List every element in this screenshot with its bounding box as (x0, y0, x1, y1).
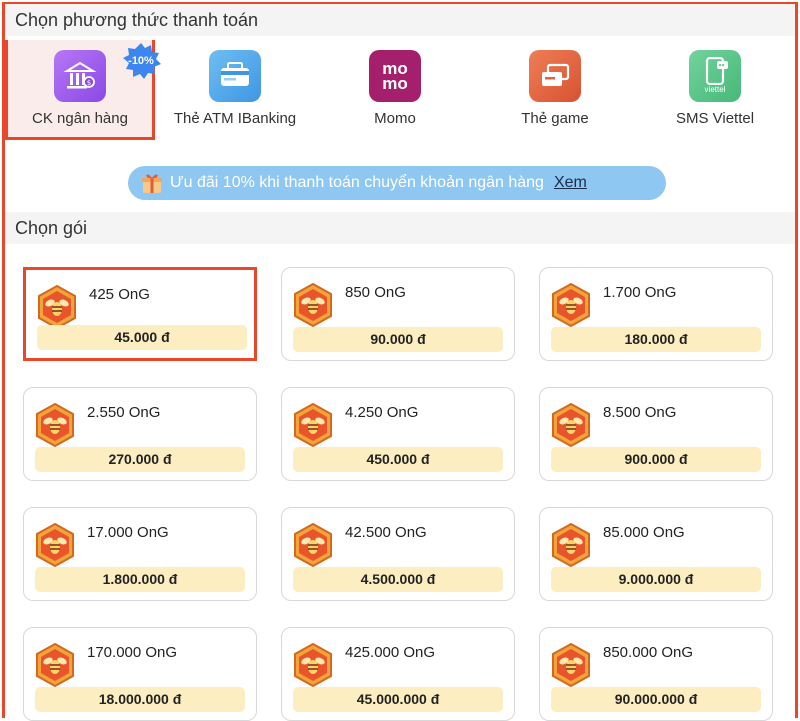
bee-coin-icon (36, 402, 74, 448)
method-bank-transfer[interactable]: $ CK ngân hàng -10% (5, 40, 161, 140)
package-price: 9.000.000 đ (551, 567, 761, 592)
viettel-sms-icon: viettel (689, 50, 741, 102)
payment-method-list: $ CK ngân hàng -10% Thẻ ATM IBanking mo … (5, 40, 795, 140)
package-card[interactable]: 42.500 OnG 4.500.000 đ (281, 507, 515, 601)
package-amount: 8.500 OnG (603, 404, 677, 421)
promo-banner: Ưu đãi 10% khi thanh toán chuyển khoản n… (128, 166, 666, 200)
promo-view-link[interactable]: Xem (554, 174, 587, 192)
package-price: 90.000 đ (293, 327, 503, 352)
package-amount: 425 OnG (89, 286, 150, 303)
package-amount: 4.250 OnG (345, 404, 419, 421)
package-card[interactable]: 2.550 OnG 270.000 đ (23, 387, 257, 481)
bank-icon: $ (54, 50, 106, 102)
package-card[interactable]: 850.000 OnG 90.000.000 đ (539, 627, 773, 721)
method-label: Thẻ ATM IBanking (173, 110, 297, 127)
package-amount: 42.500 OnG (345, 524, 427, 541)
method-sms-viettel[interactable]: viettel SMS Viettel (635, 40, 795, 140)
package-amount: 1.700 OnG (603, 284, 677, 301)
package-card[interactable]: 4.250 OnG 450.000 đ (281, 387, 515, 481)
bee-coin-icon (38, 284, 76, 330)
bee-coin-icon (36, 642, 74, 688)
package-price: 900.000 đ (551, 447, 761, 472)
package-price: 270.000 đ (35, 447, 245, 472)
bee-coin-icon (552, 522, 590, 568)
package-price: 45.000 đ (37, 325, 247, 350)
bee-coin-icon (294, 282, 332, 328)
package-amount: 425.000 OnG (345, 644, 436, 661)
package-amount: 17.000 OnG (87, 524, 169, 541)
method-game-card[interactable]: Thẻ game (475, 40, 635, 140)
gift-icon (142, 174, 162, 193)
package-card[interactable]: 425 OnG 45.000 đ (23, 267, 257, 361)
package-price: 1.800.000 đ (35, 567, 245, 592)
package-card[interactable]: 1.700 OnG 180.000 đ (539, 267, 773, 361)
method-label: SMS Viettel (675, 110, 755, 127)
package-price: 450.000 đ (293, 447, 503, 472)
method-label: CK ngân hàng (32, 110, 128, 127)
package-amount: 170.000 OnG (87, 644, 178, 661)
bee-coin-icon (294, 522, 332, 568)
payment-method-title: Chọn phương thức thanh toán (15, 9, 259, 30)
package-card[interactable]: 85.000 OnG 9.000.000 đ (539, 507, 773, 601)
bee-coin-icon (294, 642, 332, 688)
package-card[interactable]: 17.000 OnG 1.800.000 đ (23, 507, 257, 601)
package-price: 18.000.000 đ (35, 687, 245, 712)
momo-icon: mo mo (369, 50, 421, 102)
package-price: 4.500.000 đ (293, 567, 503, 592)
package-price: 90.000.000 đ (551, 687, 761, 712)
package-amount: 850 OnG (345, 284, 406, 301)
package-title: Chọn gói (15, 217, 88, 238)
game-card-icon (529, 50, 581, 102)
bee-coin-icon (552, 282, 590, 328)
bee-coin-icon (552, 642, 590, 688)
package-card[interactable]: 8.500 OnG 900.000 đ (539, 387, 773, 481)
bee-coin-icon (36, 522, 74, 568)
package-price: 180.000 đ (551, 327, 761, 352)
method-label: Momo (374, 110, 416, 127)
package-amount: 2.550 OnG (87, 404, 161, 421)
method-momo[interactable]: mo mo Momo (315, 40, 475, 140)
package-card[interactable]: 425.000 OnG 45.000.000 đ (281, 627, 515, 721)
package-amount: 85.000 OnG (603, 524, 685, 541)
package-card[interactable]: 170.000 OnG 18.000.000 đ (23, 627, 257, 721)
svg-text:$: $ (87, 79, 91, 87)
package-amount: 850.000 OnG (603, 644, 694, 661)
promo-text: Ưu đãi 10% khi thanh toán chuyển khoản n… (170, 174, 544, 191)
method-atm-ibanking[interactable]: Thẻ ATM IBanking (155, 40, 315, 140)
package-card[interactable]: 850 OnG 90.000 đ (281, 267, 515, 361)
payment-method-header: Chọn phương thức thanh toán (5, 4, 795, 36)
method-label: Thẻ game (521, 110, 589, 127)
atm-card-icon (209, 50, 261, 102)
bee-coin-icon (552, 402, 590, 448)
package-price: 45.000.000 đ (293, 687, 503, 712)
bee-coin-icon (294, 402, 332, 448)
package-header: Chọn gói (5, 212, 795, 244)
